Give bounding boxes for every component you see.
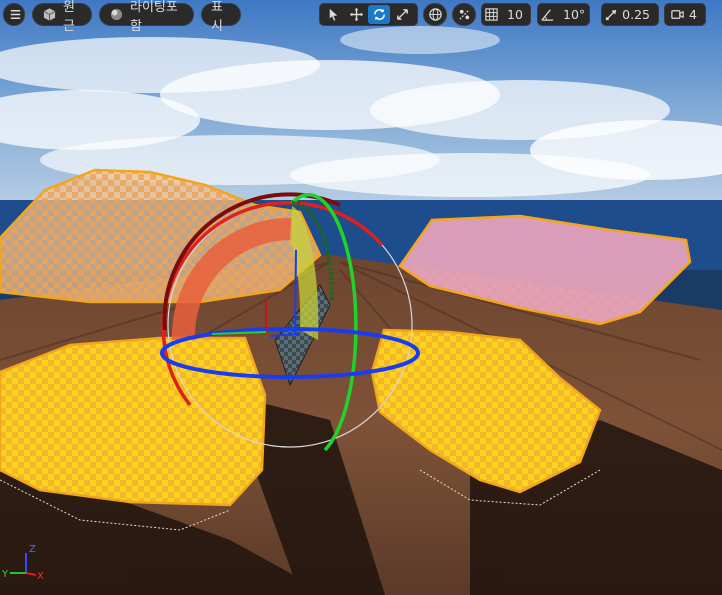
video-camera-icon	[667, 5, 688, 24]
gizmo-axis-z[interactable]	[294, 249, 297, 336]
level-viewport[interactable]: Z Y X	[0, 0, 722, 595]
diagonal-arrow-icon	[604, 5, 619, 24]
rotate-tool-button[interactable]	[368, 5, 390, 24]
grid-snap-value[interactable]: 10	[505, 7, 529, 22]
translate-tool-button[interactable]	[345, 5, 367, 24]
axis-label-z: Z	[29, 544, 36, 555]
sphere-icon	[109, 7, 124, 22]
lit-mode-button[interactable]: 라이팅포함	[99, 0, 194, 34]
cube-icon	[42, 7, 57, 22]
transform-tools	[319, 3, 418, 26]
cursor-arrow-icon	[326, 7, 341, 22]
rotation-snap-value[interactable]: 10°	[561, 7, 591, 22]
globe-icon	[428, 7, 443, 22]
hamburger-icon	[8, 7, 23, 22]
coordinate-system-button[interactable]	[423, 3, 447, 26]
surface-snapping-button[interactable]	[452, 3, 476, 26]
grid-snap-toggle[interactable]: 10	[481, 3, 531, 26]
scale-arrows-icon	[395, 7, 410, 22]
scale-tool-button[interactable]	[391, 5, 413, 24]
move-arrows-icon	[349, 7, 364, 22]
camera-speed-button[interactable]: 4	[664, 3, 706, 26]
show-button[interactable]: 표시	[201, 0, 241, 34]
surface-snap-icon	[457, 7, 472, 22]
scale-snap-toggle[interactable]: 0.25	[601, 3, 659, 26]
rotate-arrows-icon	[372, 7, 387, 22]
lit-mode-label: 라이팅포함	[130, 0, 178, 34]
axis-label-y: Y	[1, 569, 9, 580]
grid-icon	[484, 5, 499, 24]
perspective-label: 원근	[63, 0, 75, 34]
axis-label-x: X	[37, 571, 44, 582]
perspective-button[interactable]: 원근	[32, 0, 92, 34]
viewport-menu-button[interactable]	[3, 3, 25, 26]
camera-speed-value: 4	[689, 7, 697, 22]
rotation-snap-toggle[interactable]: 10°	[537, 3, 590, 26]
scale-snap-value[interactable]: 0.25	[620, 7, 656, 22]
select-tool-button[interactable]	[322, 5, 344, 24]
angle-icon	[540, 5, 555, 24]
show-label: 표시	[211, 0, 223, 34]
rock-front-left[interactable]	[0, 336, 267, 507]
